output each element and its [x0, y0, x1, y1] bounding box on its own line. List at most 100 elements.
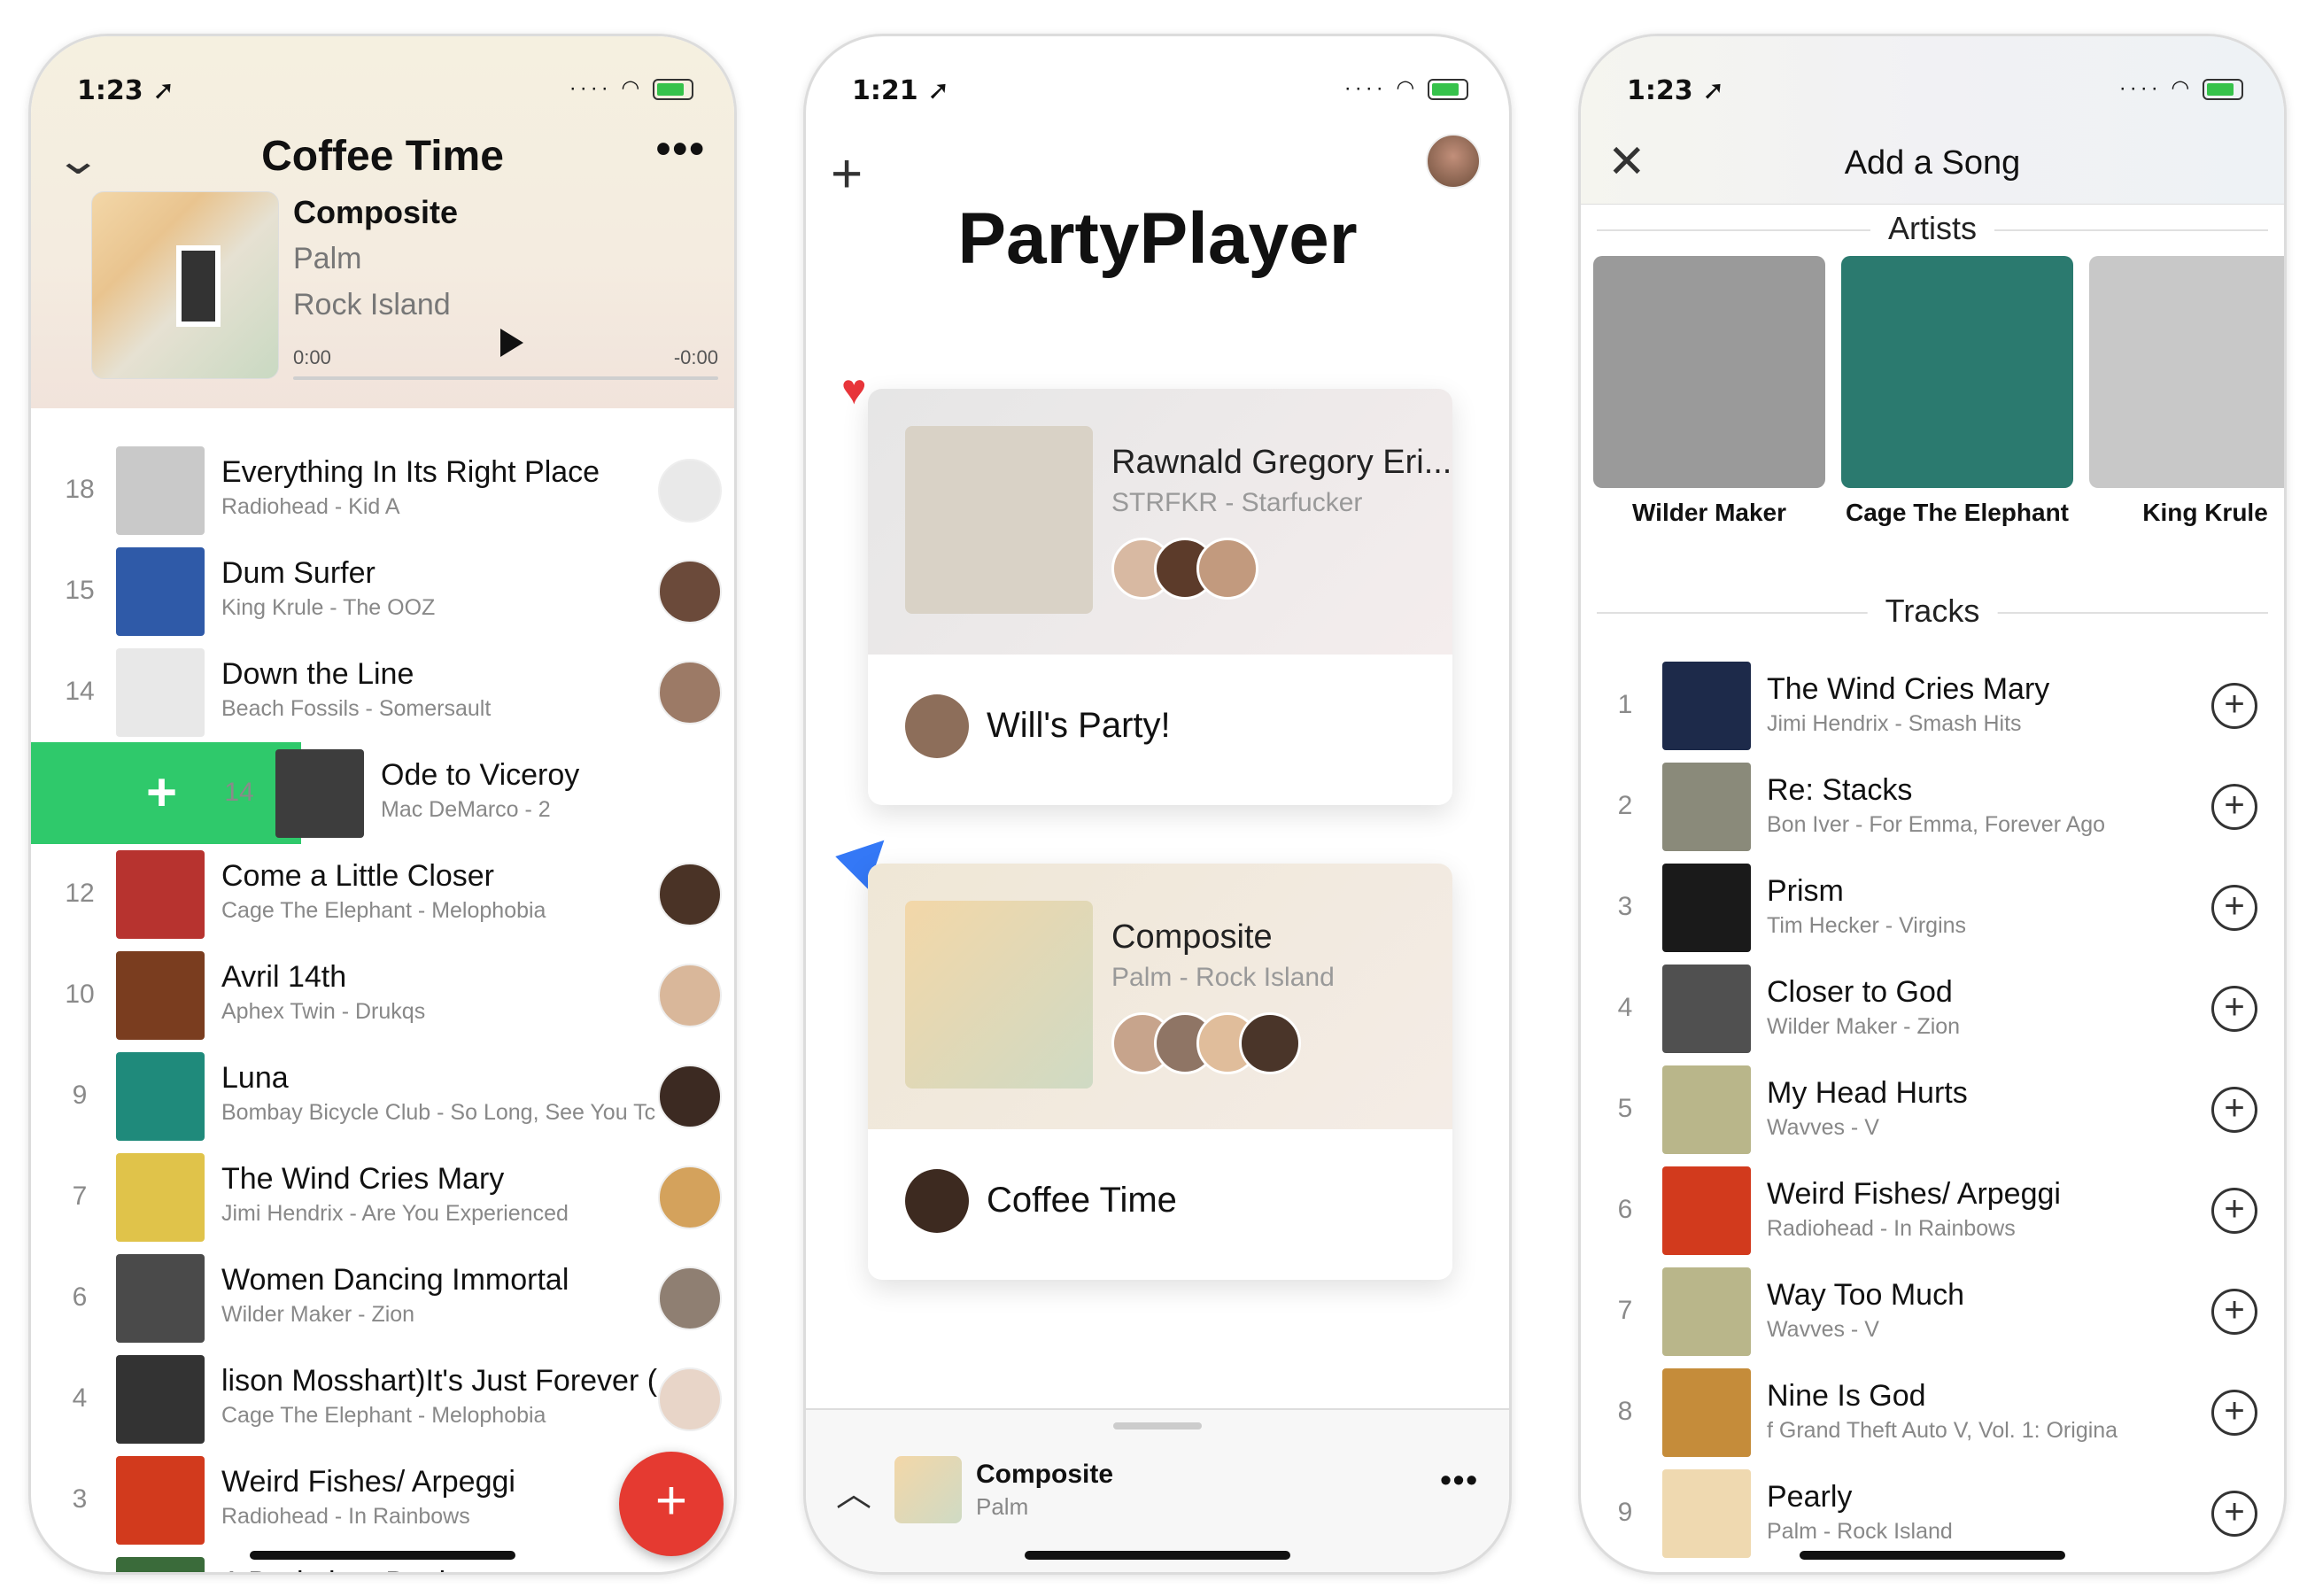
- track-subtitle: Aphex Twin - Drukqs: [221, 999, 426, 1024]
- track-row[interactable]: 1 The Wind Cries Mary Jimi Hendrix - Smash…: [1581, 656, 2284, 758]
- track-row[interactable]: 3 Prism Tim Hecker - Virgins +: [1581, 858, 2284, 960]
- add-track-button[interactable]: +: [2211, 683, 2257, 729]
- card-song: Composite: [1111, 918, 1273, 956]
- track-row[interactable]: 2 Re: Stacks Bon Iver - For Emma, Forever …: [1581, 757, 2284, 859]
- requester-avatar: [658, 661, 722, 724]
- chevron-up-icon[interactable]: ︿: [836, 1465, 871, 1516]
- heart-icon: ♥: [841, 367, 867, 414]
- drag-handle[interactable]: [1113, 1422, 1202, 1429]
- queue-row[interactable]: 14 Down the Line Beach Fossils - Somersaul…: [31, 641, 734, 743]
- mini-player-art: [894, 1456, 962, 1523]
- track-number: 7: [1617, 1296, 1633, 1325]
- section-title: Tracks: [1867, 593, 1998, 630]
- track-title: The Wind Cries Mary: [1767, 672, 2050, 706]
- battery-icon: [2203, 78, 2243, 100]
- track-subtitle: King Krule - The OOZ: [221, 595, 436, 620]
- home-indicator: [1025, 1551, 1290, 1560]
- track-album-art: [1662, 1166, 1751, 1255]
- track-row[interactable]: 6 Weird Fishes/ Arpeggi Radiohead - In Rai…: [1581, 1161, 2284, 1263]
- add-track-button[interactable]: +: [2211, 1390, 2257, 1436]
- add-song-button[interactable]: +: [619, 1452, 724, 1556]
- add-track-button[interactable]: +: [2211, 1289, 2257, 1335]
- status-bar: 1:23 ➚ ···· ◠: [1581, 63, 2284, 116]
- track-subtitle: Bombay Bicycle Club - So Long, See You T…: [221, 1100, 656, 1125]
- track-title: Nine Is God: [1767, 1379, 1926, 1413]
- participant-avatars: [1111, 1012, 1301, 1080]
- track-title: Come a Little Closer: [221, 859, 495, 893]
- queue-row[interactable]: +14 Ode to Viceroy Mac DeMarco - 2: [31, 742, 734, 844]
- track-title: Closer to God: [1767, 975, 1953, 1009]
- add-track-button[interactable]: +: [2211, 885, 2257, 931]
- more-options-icon[interactable]: •••: [1440, 1461, 1479, 1499]
- artist-tile[interactable]: [1841, 256, 2073, 488]
- party-card-0[interactable]: Rawnald Gregory Eri... STRFKR - Starfuck…: [868, 389, 1452, 805]
- host-avatar: [905, 1169, 969, 1233]
- status-icons: ···· ◠: [2119, 75, 2243, 101]
- queue-row[interactable]: 18 Everything In Its Right Place Radiohead…: [31, 439, 734, 541]
- now-playing-album: Rock Island: [293, 288, 451, 322]
- track-title: Luna: [221, 1061, 289, 1095]
- track-title: Down the Line: [221, 657, 414, 691]
- artist-tile[interactable]: [2089, 256, 2284, 488]
- home-indicator: [250, 1551, 515, 1560]
- add-track-button[interactable]: +: [2211, 986, 2257, 1032]
- track-number: 6: [1617, 1195, 1633, 1224]
- vote-count: 3: [72, 1484, 88, 1514]
- artist-tile[interactable]: [1593, 256, 1825, 488]
- queue-row[interactable]: 10 Avril 14th Aphex Twin - Drukqs: [31, 944, 734, 1046]
- track-title: Pearly: [1767, 1480, 1853, 1514]
- track-album-art: [1662, 1368, 1751, 1457]
- artist-name: Cage The Elephant: [1845, 499, 2070, 526]
- vote-count: 9: [72, 1081, 88, 1110]
- track-row[interactable]: 7 Way Too Much Wavves - V +: [1581, 1262, 2284, 1364]
- vote-count: 4: [72, 1383, 88, 1413]
- elapsed-time: 0:00: [293, 346, 331, 368]
- vote-count: 6: [72, 1282, 88, 1312]
- track-row[interactable]: 4 Closer to God Wilder Maker - Zion +: [1581, 959, 2284, 1061]
- more-options-icon[interactable]: •••: [656, 125, 706, 174]
- mini-player[interactable]: ︿ Composite Palm •••: [806, 1408, 1509, 1572]
- track-subtitle: f Grand Theft Auto V, Vol. 1: Origina: [1767, 1418, 2118, 1443]
- party-card-1[interactable]: Composite Palm - Rock Island Coffee Time: [868, 864, 1452, 1280]
- avatar[interactable]: [1426, 134, 1481, 189]
- status-bar: 1:23 ➚ ···· ◠: [31, 63, 734, 116]
- status-bar: 1:21 ➚ ···· ◠: [806, 63, 1509, 116]
- party-name: Will's Party!: [987, 706, 1171, 745]
- track-row[interactable]: 5 My Head Hurts Wavves - V +: [1581, 1060, 2284, 1162]
- queue-row[interactable]: 15 Dum Surfer King Krule - The OOZ: [31, 540, 734, 642]
- track-title: The Wind Cries Mary: [221, 1162, 505, 1196]
- track-album-art: [1662, 864, 1751, 952]
- track-number: 9: [1617, 1498, 1633, 1527]
- track-title: Way Too Much: [1767, 1278, 1964, 1312]
- vote-count: 10: [65, 980, 95, 1009]
- queue-row[interactable]: 6 Women Dancing Immortal Wilder Maker - Zi…: [31, 1247, 734, 1349]
- status-icons: ···· ◠: [569, 75, 693, 101]
- track-title: Dum Surfer: [221, 556, 376, 590]
- add-track-button[interactable]: +: [2211, 1087, 2257, 1133]
- add-track-button[interactable]: +: [2211, 784, 2257, 830]
- track-subtitle: Jimi Hendrix - Smash Hits: [1767, 711, 2022, 736]
- track-title: Weird Fishes/ Arpeggi: [1767, 1177, 2061, 1211]
- track-album-art: [116, 1254, 205, 1343]
- track-title: lison Mosshart)It's Just Forever (: [221, 1364, 658, 1398]
- requester-avatar: [658, 1267, 722, 1330]
- track-subtitle: Wilder Maker - Zion: [221, 1302, 415, 1327]
- track-album-art: [116, 951, 205, 1040]
- queue-row[interactable]: 7 The Wind Cries Mary Jimi Hendrix - Are Y…: [31, 1146, 734, 1248]
- track-subtitle: Radiohead - Kid A: [221, 494, 400, 519]
- queue-row[interactable]: 9 Luna Bombay Bicycle Club - So Long, See …: [31, 1045, 734, 1147]
- plus-icon[interactable]: +: [831, 143, 863, 205]
- progress-bar[interactable]: [293, 376, 718, 380]
- page-title: Add a Song: [1844, 144, 2021, 182]
- add-track-button[interactable]: +: [2211, 1491, 2257, 1537]
- track-album-art: [116, 648, 205, 737]
- track-subtitle: Cage The Elephant - Melophobia: [221, 1403, 546, 1428]
- track-row[interactable]: 8 Nine Is God f Grand Theft Auto V, Vol. 1…: [1581, 1363, 2284, 1465]
- queue-row[interactable]: 4 lison Mosshart)It's Just Forever ( Cage …: [31, 1348, 734, 1450]
- play-icon[interactable]: [500, 329, 523, 357]
- queue-row[interactable]: 12 Come a Little Closer Cage The Elephant …: [31, 843, 734, 945]
- add-track-button[interactable]: +: [2211, 1188, 2257, 1234]
- requester-avatar: [658, 964, 722, 1027]
- track-album-art: [1662, 662, 1751, 750]
- requester-avatar: [658, 560, 722, 624]
